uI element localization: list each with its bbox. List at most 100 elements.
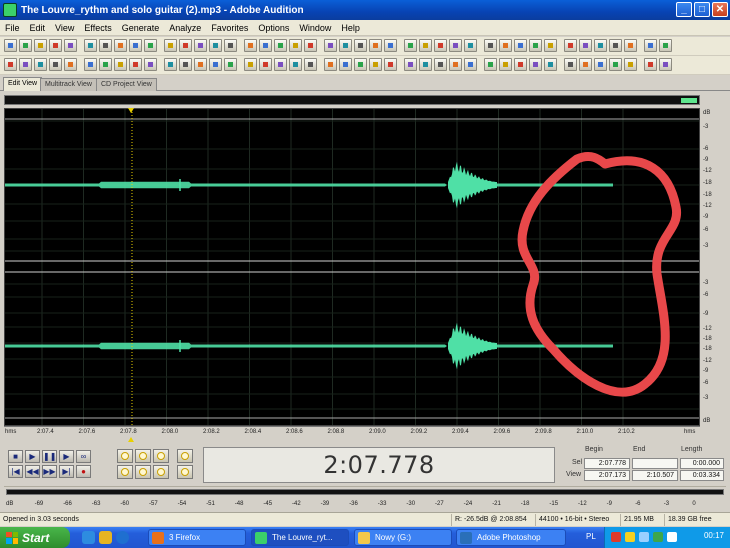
tb2-button-1[interactable]	[4, 58, 17, 71]
tb2-button-30[interactable]	[464, 58, 477, 71]
tb2-button-38[interactable]	[594, 58, 607, 71]
tb1-button-13[interactable]	[194, 39, 207, 52]
tb2-button-25[interactable]	[384, 58, 397, 71]
tb1-button-22[interactable]	[339, 39, 352, 52]
tb1-button-9[interactable]	[129, 39, 142, 52]
menu-analyze[interactable]: Analyze	[164, 23, 206, 33]
tb1-button-19[interactable]	[289, 39, 302, 52]
taskbar-button-2[interactable]: The Louvre_ryt...	[251, 529, 349, 546]
minimize-button[interactable]: _	[676, 2, 692, 17]
go-to-end-button[interactable]: ▶|	[59, 465, 74, 478]
overview-visible-range[interactable]	[681, 98, 697, 103]
menu-file[interactable]: File	[0, 23, 25, 33]
ie-quicklaunch-icon[interactable]	[116, 531, 129, 544]
menu-effects[interactable]: Effects	[79, 23, 116, 33]
view-end-field[interactable]: 2:10.507	[632, 470, 678, 481]
tb2-button-37[interactable]	[579, 58, 592, 71]
tb1-button-20[interactable]	[304, 39, 317, 52]
tab-multitrack-view[interactable]: Multitrack View	[40, 78, 97, 91]
tb2-button-31[interactable]	[484, 58, 497, 71]
tb1-button-35[interactable]	[544, 39, 557, 52]
tray-volume-icon[interactable]	[667, 532, 677, 542]
tb1-button-17[interactable]	[259, 39, 272, 52]
tb2-button-32[interactable]	[499, 58, 512, 71]
tb2-button-41[interactable]	[644, 58, 657, 71]
tray-antivirus-icon[interactable]	[611, 532, 621, 542]
tb1-button-23[interactable]	[354, 39, 367, 52]
tab-cd-project-view[interactable]: CD Project View	[96, 78, 157, 91]
tb1-button-29[interactable]	[449, 39, 462, 52]
tb1-button-6[interactable]	[84, 39, 97, 52]
tray-safely-remove-icon[interactable]	[653, 532, 663, 542]
pause-button[interactable]: ❚❚	[42, 450, 57, 463]
tb1-button-37[interactable]	[579, 39, 592, 52]
tb1-button-38[interactable]	[594, 39, 607, 52]
sel-length-field[interactable]: 0:00.000	[680, 458, 724, 469]
tray-messenger-icon[interactable]	[639, 532, 649, 542]
tb2-button-3[interactable]	[34, 58, 47, 71]
tb2-button-18[interactable]	[274, 58, 287, 71]
tb1-button-30[interactable]	[464, 39, 477, 52]
menu-options[interactable]: Options	[253, 23, 294, 33]
tb1-button-5[interactable]	[64, 39, 77, 52]
menu-favorites[interactable]: Favorites	[206, 23, 253, 33]
tb2-button-42[interactable]	[659, 58, 672, 71]
tab-edit-view[interactable]: Edit View	[3, 77, 43, 91]
tb1-button-25[interactable]	[384, 39, 397, 52]
tb1-button-28[interactable]	[434, 39, 447, 52]
tb1-button-36[interactable]	[564, 39, 577, 52]
tb1-button-24[interactable]	[369, 39, 382, 52]
tb1-button-14[interactable]	[209, 39, 222, 52]
play-button[interactable]: ▶	[25, 450, 40, 463]
zoom-out-vertical-icon[interactable]	[177, 465, 193, 479]
tb2-button-33[interactable]	[514, 58, 527, 71]
taskbar-button-4[interactable]: Adobe Photoshop	[456, 529, 566, 546]
tb2-button-35[interactable]	[544, 58, 557, 71]
tb2-button-20[interactable]	[304, 58, 317, 71]
tb2-button-5[interactable]	[64, 58, 77, 71]
play-to-end-button[interactable]: ▶	[59, 450, 74, 463]
tb2-button-10[interactable]	[144, 58, 157, 71]
stop-button[interactable]: ■	[8, 450, 23, 463]
waveform-display[interactable]	[4, 108, 700, 426]
tb2-button-24[interactable]	[369, 58, 382, 71]
tb2-button-39[interactable]	[609, 58, 622, 71]
zoom-selection-icon[interactable]	[153, 465, 169, 479]
zoom-out-horizontal-icon[interactable]	[135, 449, 151, 463]
tb1-button-34[interactable]	[529, 39, 542, 52]
waveform-overview[interactable]	[4, 95, 700, 105]
loop-button[interactable]: ∞	[76, 450, 91, 463]
tb2-button-7[interactable]	[99, 58, 112, 71]
taskbar-button-1[interactable]: 3 Firefox	[148, 529, 246, 546]
zoom-in-vertical-icon[interactable]	[177, 449, 193, 463]
tb2-button-27[interactable]	[419, 58, 432, 71]
tb2-button-29[interactable]	[449, 58, 462, 71]
zoom-to-left-icon[interactable]	[117, 465, 133, 479]
tb2-button-14[interactable]	[209, 58, 222, 71]
tb2-button-11[interactable]	[164, 58, 177, 71]
go-to-start-button[interactable]: |◀	[8, 465, 23, 478]
tb1-button-7[interactable]	[99, 39, 112, 52]
sel-begin-field[interactable]: 2:07.778	[584, 458, 630, 469]
playhead-marker-bottom[interactable]	[128, 437, 134, 442]
tb1-button-4[interactable]	[49, 39, 62, 52]
tb1-button-21[interactable]	[324, 39, 337, 52]
tb2-button-34[interactable]	[529, 58, 542, 71]
tb2-button-21[interactable]	[324, 58, 337, 71]
explorer-quicklaunch-icon[interactable]	[99, 531, 112, 544]
menu-help[interactable]: Help	[336, 23, 365, 33]
sel-end-field[interactable]	[632, 458, 678, 469]
tb2-button-40[interactable]	[624, 58, 637, 71]
tb1-button-2[interactable]	[19, 39, 32, 52]
language-indicator[interactable]: PL	[586, 532, 596, 541]
view-begin-field[interactable]: 2:07.173	[584, 470, 630, 481]
tb2-button-23[interactable]	[354, 58, 367, 71]
menu-window[interactable]: Window	[294, 23, 336, 33]
tb1-button-16[interactable]	[244, 39, 257, 52]
show-desktop-icon[interactable]	[82, 531, 95, 544]
playhead-marker-top[interactable]	[128, 108, 134, 113]
tb1-button-41[interactable]	[644, 39, 657, 52]
tb1-button-39[interactable]	[609, 39, 622, 52]
tb2-button-26[interactable]	[404, 58, 417, 71]
tb1-button-1[interactable]	[4, 39, 17, 52]
